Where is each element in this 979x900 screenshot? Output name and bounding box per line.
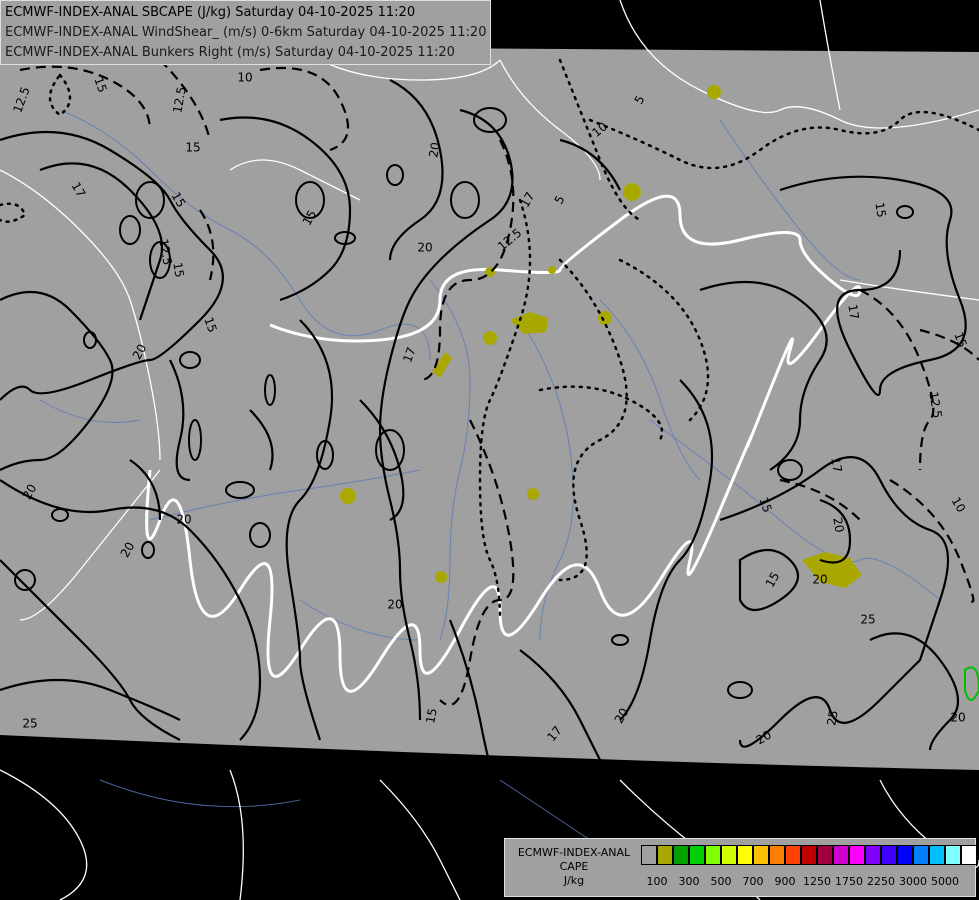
legend-tick-label: 1750 <box>835 875 863 888</box>
legend-swatch <box>737 845 753 865</box>
contour-label: 10 <box>237 71 252 85</box>
legend-swatch <box>929 845 945 865</box>
legend-tick-label: 900 <box>774 875 796 888</box>
legend-swatch <box>849 845 865 865</box>
legend-swatch <box>945 845 961 865</box>
weather-map: 12.515 1012.51517 1512.5151520201520201720… <box>0 0 979 900</box>
cape-legend: ECMWF-INDEX-ANAL CAPE J/kg 100 300 500 700 9… <box>504 838 977 897</box>
header-line-2: ECMWF-INDEX-ANAL WindShear_ (m/s) 0-6km … <box>5 25 487 40</box>
contour-label: 20 <box>812 573 827 587</box>
legend-variable: CAPE <box>559 860 589 873</box>
legend-swatch <box>881 845 897 865</box>
legend-swatch <box>657 845 673 865</box>
legend-tick-label: 100 <box>646 875 668 888</box>
legend-tick-label: 700 <box>742 875 764 888</box>
contour-label: 20 <box>950 711 965 725</box>
legend-swatch <box>897 845 913 865</box>
legend-title: ECMWF-INDEX-ANAL CAPE J/kg <box>509 846 639 888</box>
legend-swatch <box>673 845 689 865</box>
legend-tick-label: 1250 <box>803 875 831 888</box>
contour-label: 20 <box>387 598 402 612</box>
legend-tick-label: 300 <box>678 875 700 888</box>
legend-swatch <box>817 845 833 865</box>
legend-swatch <box>961 845 977 865</box>
legend-swatch <box>641 845 657 865</box>
legend-swatch <box>769 845 785 865</box>
contour-label: 17 <box>845 303 861 320</box>
legend-tick-label: 5000 <box>931 875 959 888</box>
legend-swatch <box>785 845 801 865</box>
legend-tick-label: 3000 <box>899 875 927 888</box>
contour-label: 25 <box>860 613 875 627</box>
contour-label: 20 <box>830 516 846 533</box>
legend-unit: J/kg <box>563 874 585 887</box>
contour-label: 15 <box>423 707 439 724</box>
legend-tick-label: 500 <box>710 875 732 888</box>
contour-label: 15 <box>170 261 186 278</box>
data-domain <box>0 45 979 770</box>
legend-swatch <box>721 845 737 865</box>
legend-swatch <box>913 845 929 865</box>
header-line-1: ECMWF-INDEX-ANAL SBCAPE (J/kg) Saturday … <box>5 5 416 20</box>
legend-swatch <box>833 845 849 865</box>
contour-label: 15 <box>872 201 888 218</box>
contour-label: 20 <box>426 141 442 158</box>
contour-label: 25 <box>824 709 840 726</box>
contour-label: 25 <box>22 717 37 731</box>
legend-model: ECMWF-INDEX-ANAL <box>517 846 631 859</box>
legend-swatch <box>705 845 721 865</box>
legend-swatch <box>865 845 881 865</box>
legend-swatch <box>689 845 705 865</box>
legend-swatch <box>753 845 769 865</box>
legend-swatch <box>801 845 817 865</box>
contour-label: 20 <box>176 513 191 527</box>
legend-tick-label: 2250 <box>867 875 895 888</box>
contour-label: 15 <box>185 141 200 155</box>
map-header: ECMWF-INDEX-ANAL SBCAPE (J/kg) Saturday … <box>0 0 492 65</box>
contour-label: 20 <box>417 241 432 255</box>
contour-label: 17 <box>828 456 844 473</box>
header-line-3: ECMWF-INDEX-ANAL Bunkers Right (m/s) Sat… <box>5 45 455 60</box>
